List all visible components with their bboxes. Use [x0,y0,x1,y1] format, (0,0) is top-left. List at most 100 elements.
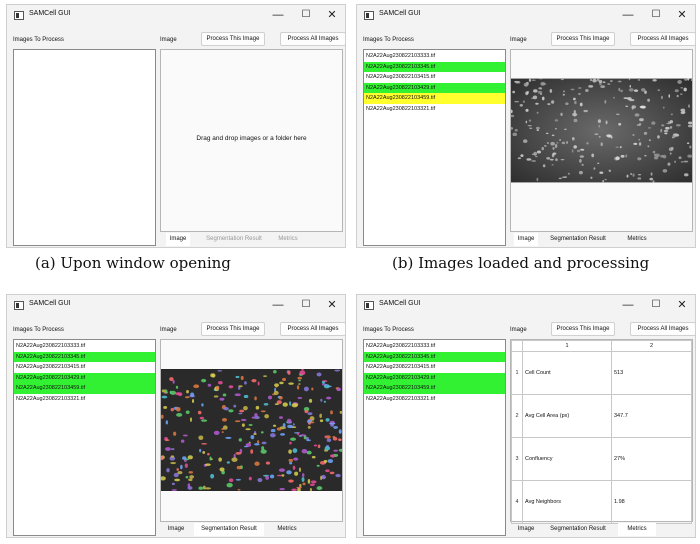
close-icon[interactable]: ✕ [323,7,341,23]
list-item[interactable]: N2A22Aug230822103415.tif [14,362,155,373]
process-this-image-button[interactable]: Process This Image [551,322,615,336]
segmentation-image [161,369,342,491]
maximize-icon[interactable]: ☐ [647,297,665,313]
minimize-icon[interactable]: — [619,7,637,23]
tab-metrics[interactable]: Metrics [272,233,304,246]
app-icon [364,11,374,20]
tab-segmentation-result[interactable]: Segmentation Result [542,233,614,246]
table-row: 1 Cell Count 513 [511,351,692,395]
minimize-icon[interactable]: — [269,297,287,313]
image-list[interactable]: N2A22Aug230822103333.tif N2A22Aug23082210… [363,49,506,246]
image-viewer: 1 2 1 Cell Count 513 2 Avg Cell Area (px) 347.7… [510,339,693,524]
table-row: 4 Avg Neighbors 1.98 [511,480,692,524]
metric-value: 513 [611,351,692,395]
list-item[interactable]: N2A22Aug230822103345.tif [364,61,505,72]
process-this-image-button[interactable]: Process This Image [201,322,265,336]
process-all-images-button[interactable]: Process All Images [630,32,696,46]
tab-segmentation-result[interactable]: Segmentation Result [194,523,264,536]
title-bar[interactable]: SAMCell GUI — ☐ ✕ [357,5,695,27]
list-item[interactable]: N2A22Aug230822103429.tif [14,372,155,383]
window-title: SAMCell GUI [379,10,421,17]
tab-image[interactable]: Image [514,523,538,536]
process-all-images-button[interactable]: Process All Images [280,322,346,336]
process-all-images-button[interactable]: Process All Images [280,32,346,46]
list-item[interactable]: N2A22Aug230822103345.tif [364,351,505,362]
process-all-images-button[interactable]: Process All Images [630,322,696,336]
list-item[interactable]: N2A22Aug230822103345.tif [14,351,155,362]
drop-zone-text[interactable]: Drag and drop images or a folder here [161,135,342,142]
images-to-process-label: Images To Process [13,327,64,333]
list-item[interactable]: N2A22Aug230822103333.tif [14,341,155,352]
list-item[interactable]: N2A22Aug230822103415.tif [364,362,505,373]
column-header: 2 [611,340,692,352]
column-header: 1 [522,340,612,352]
list-item[interactable]: N2A22Aug230822103415.tif [364,72,505,83]
app-window-b: SAMCell GUI — ☐ ✕ Images To Process Imag… [356,4,696,248]
image-label: Image [510,327,527,333]
figure-caption-a: (a) Upon window opening [35,254,231,272]
image-label: Image [160,37,177,43]
maximize-icon[interactable]: ☐ [297,297,315,313]
tab-image[interactable]: Image [166,233,190,246]
window-title: SAMCell GUI [29,300,71,307]
title-bar[interactable]: SAMCell GUI — ☐ ✕ [7,5,345,27]
image-list[interactable]: N2A22Aug230822103333.tif N2A22Aug23082210… [13,339,156,536]
image-list[interactable]: N2A22Aug230822103333.tif N2A22Aug23082210… [363,339,506,536]
row-index: 2 [511,394,523,438]
tab-metrics[interactable]: Metrics [618,523,656,536]
app-icon [14,301,24,310]
close-icon[interactable]: ✕ [323,297,341,313]
image-label: Image [510,37,527,43]
metric-value: 27% [611,437,692,481]
maximize-icon[interactable]: ☐ [297,7,315,23]
window-title: SAMCell GUI [379,300,421,307]
list-item[interactable]: N2A22Aug230822103459.tif [364,93,505,104]
metric-name: Avg Neighbors [522,480,612,524]
window-title: SAMCell GUI [29,10,71,17]
list-item[interactable]: N2A22Aug230822103321.tif [364,394,505,405]
app-icon [14,11,24,20]
title-bar[interactable]: SAMCell GUI — ☐ ✕ [357,295,695,317]
image-viewer: Drag and drop images or a folder here [160,49,343,232]
row-index: 3 [511,437,523,481]
list-item[interactable]: N2A22Aug230822103321.tif [364,104,505,115]
tab-segmentation-result[interactable]: Segmentation Result [542,523,614,536]
app-window-d: SAMCell GUI — ☐ ✕ Images To Process Imag… [356,294,696,538]
process-this-image-button[interactable]: Process This Image [201,32,265,46]
tab-segmentation-result[interactable]: Segmentation Result [200,233,268,246]
tab-image[interactable]: Image [164,523,188,536]
app-icon [364,301,374,310]
close-icon[interactable]: ✕ [673,297,691,313]
title-bar[interactable]: SAMCell GUI — ☐ ✕ [7,295,345,317]
table-row: 3 Confluency 27% [511,437,692,481]
close-icon[interactable]: ✕ [673,7,691,23]
tab-metrics[interactable]: Metrics [268,523,306,536]
list-item[interactable]: N2A22Aug230822103333.tif [364,51,505,62]
tab-image[interactable]: Image [514,233,538,246]
figure-caption-b: (b) Images loaded and processing [392,254,650,272]
list-item[interactable]: N2A22Aug230822103429.tif [364,82,505,93]
metric-name: Avg Cell Area (px) [522,394,612,438]
app-window-a: SAMCell GUI — ☐ ✕ Images To Process Imag… [6,4,346,248]
image-list[interactable] [13,49,156,246]
row-index: 4 [511,480,523,524]
metric-value: 1.98 [611,480,692,524]
table-corner [511,340,523,352]
image-viewer [160,339,343,522]
image-viewer [510,49,693,232]
list-item[interactable]: N2A22Aug230822103333.tif [364,341,505,352]
list-item[interactable]: N2A22Aug230822103321.tif [14,394,155,405]
list-item[interactable]: N2A22Aug230822103459.tif [364,383,505,394]
minimize-icon[interactable]: — [619,297,637,313]
list-item[interactable]: N2A22Aug230822103459.tif [14,383,155,394]
maximize-icon[interactable]: ☐ [647,7,665,23]
list-item[interactable]: N2A22Aug230822103429.tif [364,372,505,383]
metric-name: Cell Count [522,351,612,395]
metric-value: 347.7 [611,394,692,438]
metrics-table: 1 2 1 Cell Count 513 2 Avg Cell Area (px) 347.7… [511,340,692,524]
minimize-icon[interactable]: — [269,7,287,23]
tab-metrics[interactable]: Metrics [618,233,656,246]
app-window-c: SAMCell GUI — ☐ ✕ Images To Process Imag… [6,294,346,538]
metric-name: Confluency [522,437,612,481]
process-this-image-button[interactable]: Process This Image [551,32,615,46]
